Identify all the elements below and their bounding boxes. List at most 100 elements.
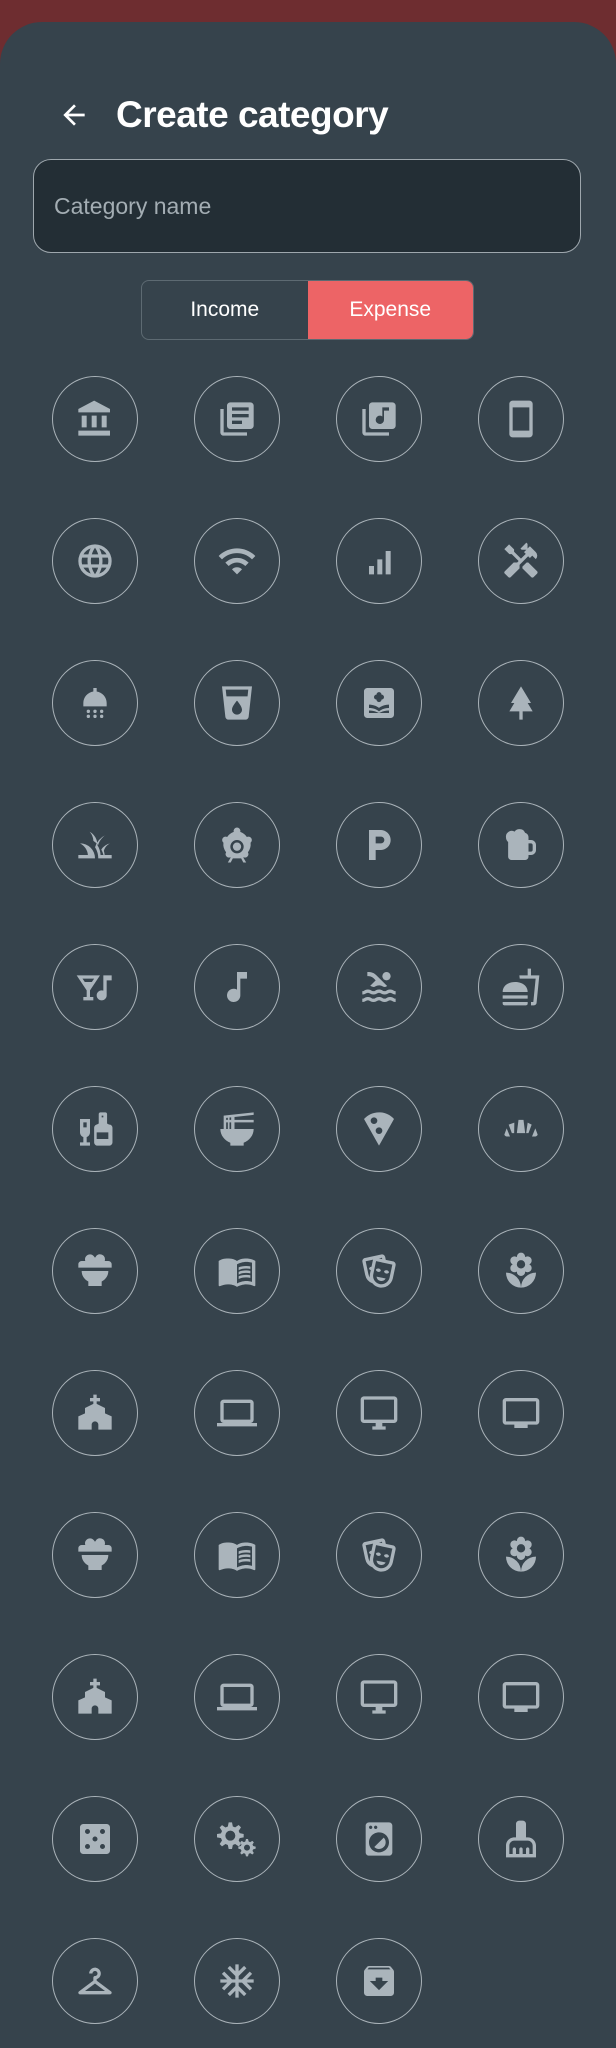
icon-option-tools[interactable] bbox=[478, 518, 564, 604]
icon-option-wifi[interactable] bbox=[194, 518, 280, 604]
phone-icon bbox=[509, 400, 533, 438]
liquor-icon bbox=[80, 1112, 113, 1146]
icon-option-snowflake[interactable] bbox=[194, 1938, 280, 2024]
icon-option-cleaning[interactable] bbox=[478, 1796, 564, 1882]
water-glass-icon bbox=[222, 686, 252, 720]
icon-option-pizza[interactable] bbox=[336, 1086, 422, 1172]
icon-option-phone[interactable] bbox=[478, 376, 564, 462]
pizza-icon bbox=[364, 1112, 394, 1146]
signal-bars-icon bbox=[369, 551, 391, 575]
laptop-icon bbox=[217, 1683, 257, 1711]
icon-option-gears[interactable] bbox=[194, 1796, 280, 1882]
icon-option-archive[interactable] bbox=[336, 1938, 422, 2024]
icon-option-nightlife[interactable] bbox=[52, 944, 138, 1030]
icon-option-music-library[interactable] bbox=[336, 376, 422, 462]
icon-option-music-note[interactable] bbox=[194, 944, 280, 1030]
ferris-wheel-icon bbox=[222, 827, 252, 863]
icon-option-rice-bowl[interactable] bbox=[52, 1228, 138, 1314]
parking-icon bbox=[369, 830, 391, 860]
shower-icon bbox=[83, 688, 107, 718]
ramen-icon bbox=[220, 1112, 254, 1146]
type-toggle: Income Expense bbox=[141, 280, 474, 340]
flower-box-icon bbox=[364, 688, 394, 718]
icon-option-bank[interactable] bbox=[52, 376, 138, 462]
cleaning-brush-icon bbox=[506, 1820, 536, 1858]
icon-option-rice-bowl[interactable] bbox=[52, 1512, 138, 1598]
rice-bowl-icon bbox=[78, 1538, 112, 1570]
icon-option-hanger[interactable] bbox=[52, 1938, 138, 2024]
music-note-icon bbox=[227, 972, 247, 1003]
income-tab[interactable]: Income bbox=[142, 281, 308, 339]
house-icon bbox=[78, 1394, 112, 1430]
icon-option-bakery[interactable] bbox=[478, 1086, 564, 1172]
laptop-icon bbox=[217, 1399, 257, 1427]
icon-option-newspaper[interactable] bbox=[194, 376, 280, 462]
globe-icon bbox=[78, 544, 112, 578]
icon-option-globe[interactable] bbox=[52, 518, 138, 604]
category-name-input[interactable] bbox=[34, 160, 580, 252]
arrow-left-icon bbox=[63, 104, 85, 126]
icon-option-florist[interactable] bbox=[478, 1512, 564, 1598]
header: Create category bbox=[52, 70, 389, 160]
icon-option-liquor[interactable] bbox=[52, 1086, 138, 1172]
category-name-field[interactable] bbox=[33, 159, 581, 253]
back-button[interactable] bbox=[52, 93, 96, 137]
bakery-icon bbox=[504, 1119, 538, 1137]
beer-icon bbox=[505, 829, 536, 860]
gears-icon bbox=[217, 1822, 256, 1857]
washing-machine-icon bbox=[365, 1822, 393, 1856]
icon-option-shower[interactable] bbox=[52, 660, 138, 746]
icon-option-book[interactable] bbox=[194, 1228, 280, 1314]
dice-icon bbox=[80, 1824, 110, 1854]
theater-masks-icon bbox=[362, 1254, 396, 1288]
icon-option-dice[interactable] bbox=[52, 1796, 138, 1882]
swimming-icon bbox=[362, 971, 396, 1002]
hanger-icon bbox=[78, 1967, 112, 1995]
icon-option-fast-food[interactable] bbox=[478, 944, 564, 1030]
icon-option-laptop[interactable] bbox=[194, 1654, 280, 1740]
icon-option-grass[interactable] bbox=[52, 802, 138, 888]
icon-option-ferris-wheel[interactable] bbox=[194, 802, 280, 888]
icon-option-beer[interactable] bbox=[478, 802, 564, 888]
icon-option-desktop[interactable] bbox=[336, 1370, 422, 1456]
icon-option-parking[interactable] bbox=[336, 802, 422, 888]
icon-option-swimming[interactable] bbox=[336, 944, 422, 1030]
tree-icon bbox=[509, 686, 533, 720]
icon-option-tv[interactable] bbox=[478, 1654, 564, 1740]
rice-bowl-icon bbox=[78, 1254, 112, 1286]
desktop-icon bbox=[360, 1680, 398, 1714]
local-florist-icon bbox=[506, 1536, 536, 1572]
nightlife-icon bbox=[76, 975, 112, 1001]
wifi-icon bbox=[218, 548, 256, 575]
page-title: Create category bbox=[116, 94, 389, 135]
icon-option-book[interactable] bbox=[194, 1512, 280, 1598]
icon-option-desktop[interactable] bbox=[336, 1654, 422, 1740]
icon-option-signal[interactable] bbox=[336, 518, 422, 604]
archive-box-icon bbox=[364, 1966, 394, 1996]
icon-option-house[interactable] bbox=[52, 1654, 138, 1740]
music-library-icon bbox=[362, 402, 396, 436]
theater-masks-icon bbox=[362, 1538, 396, 1572]
expense-tab[interactable]: Expense bbox=[307, 281, 473, 339]
icon-grid bbox=[52, 376, 564, 2024]
icon-option-theater[interactable] bbox=[336, 1512, 422, 1598]
tools-icon bbox=[504, 542, 538, 578]
tv-icon bbox=[502, 1682, 540, 1712]
icon-option-ramen[interactable] bbox=[194, 1086, 280, 1172]
icon-option-water-glass[interactable] bbox=[194, 660, 280, 746]
icon-option-house[interactable] bbox=[52, 1370, 138, 1456]
icon-option-florist[interactable] bbox=[478, 1228, 564, 1314]
bottom-sheet: Create category Income Expense bbox=[0, 22, 616, 2048]
snowflake-icon bbox=[220, 1964, 254, 1998]
icon-option-tree[interactable] bbox=[478, 660, 564, 746]
grass-icon bbox=[78, 831, 112, 859]
icon-option-laptop[interactable] bbox=[194, 1370, 280, 1456]
fast-food-icon bbox=[502, 968, 540, 1006]
book-icon bbox=[218, 1542, 256, 1571]
icon-option-washing-machine[interactable] bbox=[336, 1796, 422, 1882]
local-florist-icon bbox=[506, 1252, 536, 1288]
icon-option-flower-box[interactable] bbox=[336, 660, 422, 746]
icon-option-tv[interactable] bbox=[478, 1370, 564, 1456]
icon-option-theater[interactable] bbox=[336, 1228, 422, 1314]
bank-icon bbox=[78, 400, 110, 436]
